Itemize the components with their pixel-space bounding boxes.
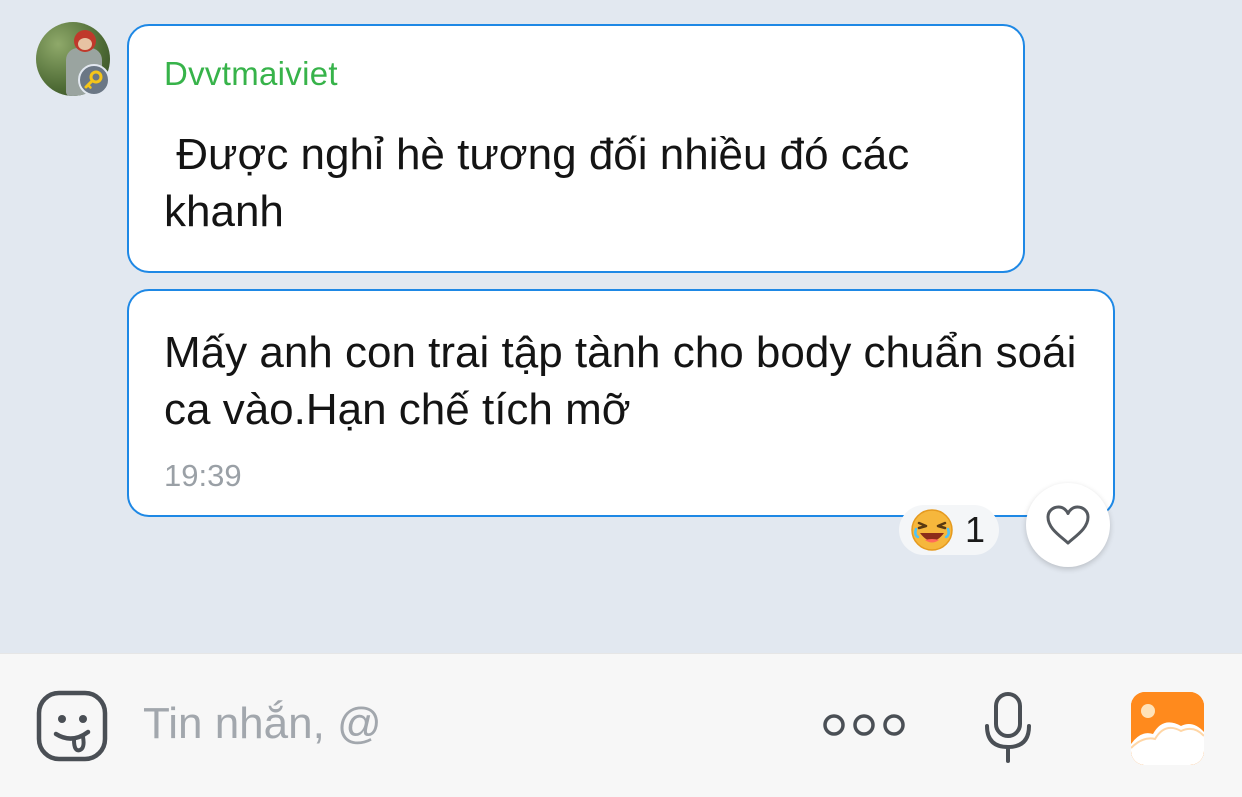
- message-bubble[interactable]: Mấy anh con trai tập tành cho body chuẩn…: [127, 289, 1115, 517]
- send-image-button[interactable]: [1131, 692, 1204, 765]
- key-icon: [78, 64, 110, 96]
- chat-area[interactable]: Dvvtmaiviet Được nghỉ hè tương đối nhiều…: [0, 0, 1242, 653]
- voice-record-button[interactable]: [983, 691, 1033, 765]
- like-button[interactable]: [1026, 483, 1110, 567]
- message-bubble[interactable]: Dvvtmaiviet Được nghỉ hè tương đối nhiều…: [127, 24, 1025, 273]
- image-icon: [1131, 692, 1204, 765]
- message-text: Được nghỉ hè tương đối nhiều đó các khan…: [164, 130, 922, 236]
- message-timestamp: 19:39: [164, 458, 242, 493]
- message-text: Mấy anh con trai tập tành cho body chuẩn…: [164, 328, 1089, 434]
- more-dots-icon: [823, 714, 905, 736]
- message-input-bar: Tin nhắn, @: [0, 653, 1242, 797]
- microphone-icon: [985, 692, 1031, 763]
- message-input[interactable]: Tin nhắn, @: [143, 699, 382, 749]
- more-options-button[interactable]: [820, 710, 908, 740]
- sender-avatar[interactable]: [36, 22, 110, 96]
- heart-icon: [1046, 505, 1090, 545]
- sender-name[interactable]: Dvvtmaiviet: [164, 55, 338, 93]
- reaction-count: 1: [965, 509, 986, 550]
- laughing-emoji-icon: [911, 509, 953, 551]
- sticker-button[interactable]: [36, 690, 108, 762]
- reaction-summary[interactable]: 1: [899, 505, 999, 555]
- sticker-face-icon: [36, 690, 108, 762]
